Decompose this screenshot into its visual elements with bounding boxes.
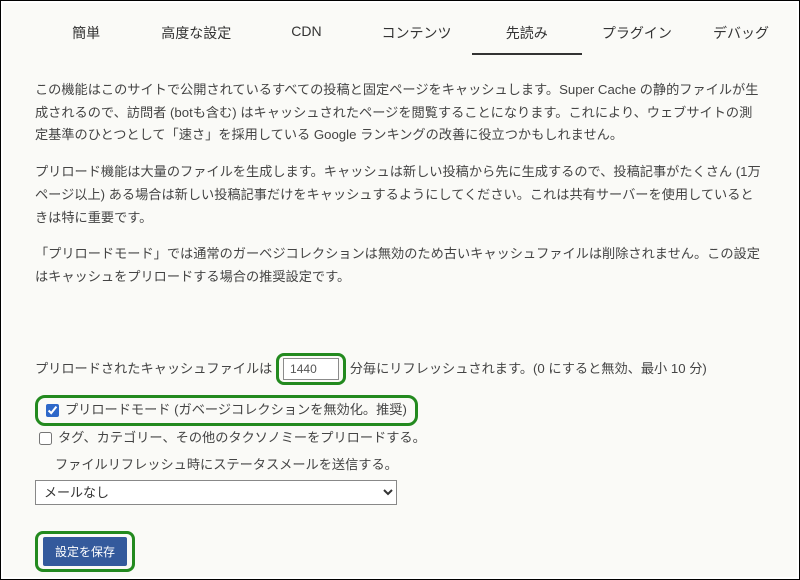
tabs-nav: 簡単 高度な設定 CDN コンテンツ 先読み プラグイン デバッグ [31,9,769,55]
tab-label: デバッグ [713,25,769,41]
refresh-post-text: 分毎にリフレッシュされます。(0 にすると無効、最小 10 分) [346,360,707,375]
tab-label: 簡単 [72,25,100,41]
mail-frequency-select[interactable]: メールなし [35,480,397,505]
options-group: プリロードモード (ガベージコレクションを無効化。推奨) タグ、カテゴリー、その… [35,395,765,505]
tab-label: CDN [291,23,321,39]
preload-mode-option: プリロードモード (ガベージコレクションを無効化。推奨) [35,395,418,426]
preload-mode-checkbox[interactable] [46,404,59,417]
tab-easy[interactable]: 簡単 [31,9,141,55]
tab-debug[interactable]: デバッグ [692,9,769,55]
taxonomy-option: タグ、カテゴリー、その他のタクソノミーをプリロードする。 [35,425,765,452]
save-button[interactable]: 設定を保存 [43,537,127,566]
taxonomy-checkbox[interactable] [39,432,52,445]
tab-plugins[interactable]: プラグイン [582,9,692,55]
tab-preload[interactable]: 先読み [472,9,582,55]
description-paragraph-2: プリロード機能は大量のファイルを生成します。キャッシュは新しい投稿から先に生成す… [35,161,765,229]
refresh-interval-row: プリロードされたキャッシュファイルは 分毎にリフレッシュされます。(0 にすると… [35,353,765,386]
send-mail-label: ファイルリフレッシュ時にステータスメールを送信する。 [55,454,398,477]
tab-label: 先読み [506,25,548,41]
tab-cdn[interactable]: CDN [251,9,361,55]
refresh-interval-input[interactable] [283,358,339,380]
tab-label: 高度な設定 [161,25,231,41]
preload-mode-label: プリロードモード (ガベージコレクションを無効化。推奨) [65,399,407,422]
tab-label: プラグイン [602,25,672,41]
tab-advanced[interactable]: 高度な設定 [141,9,251,55]
tab-label: コンテンツ [382,25,452,41]
taxonomy-label: タグ、カテゴリー、その他のタクソノミーをプリロードする。 [58,427,426,450]
send-mail-option: ファイルリフレッシュ時にステータスメールを送信する。 [35,452,765,479]
refresh-pre-text: プリロードされたキャッシュファイルは [35,360,276,375]
tab-contents[interactable]: コンテンツ [361,9,471,55]
description-paragraph-1: この機能はこのサイトで公開されているすべての投稿と固定ページをキャッシュします。… [35,79,765,147]
description-paragraph-3: 「プリロードモード」では通常のガーベジコレクションは無効のため古いキャッシュファ… [35,243,765,288]
content-area: この機能はこのサイトで公開されているすべての投稿と固定ページをキャッシュします。… [31,79,769,572]
